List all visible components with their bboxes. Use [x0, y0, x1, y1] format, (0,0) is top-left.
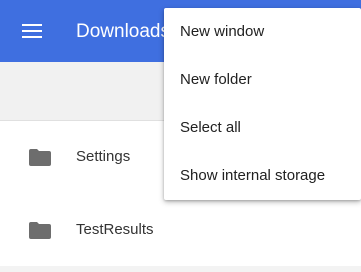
navigation-drawer-button[interactable]: [14, 17, 50, 45]
file-name: TestResults: [76, 221, 154, 238]
file-name: Settings: [76, 148, 131, 165]
hamburger-menu-icon: [22, 24, 42, 38]
menu-item-select-all[interactable]: Select all: [164, 104, 361, 152]
list-footer: [0, 266, 361, 272]
folder-icon: [29, 149, 51, 166]
overflow-menu: New window New folder Select all Show in…: [164, 8, 361, 200]
files-app-screen: Downloads Settings TestResults New windo…: [0, 0, 361, 272]
list-item[interactable]: TestResults: [0, 194, 361, 266]
menu-item-new-folder[interactable]: New folder: [164, 56, 361, 104]
menu-item-show-internal-storage[interactable]: Show internal storage: [164, 152, 361, 200]
folder-icon: [29, 222, 51, 239]
menu-item-new-window[interactable]: New window: [164, 8, 361, 56]
app-bar-title: Downloads: [76, 21, 170, 42]
